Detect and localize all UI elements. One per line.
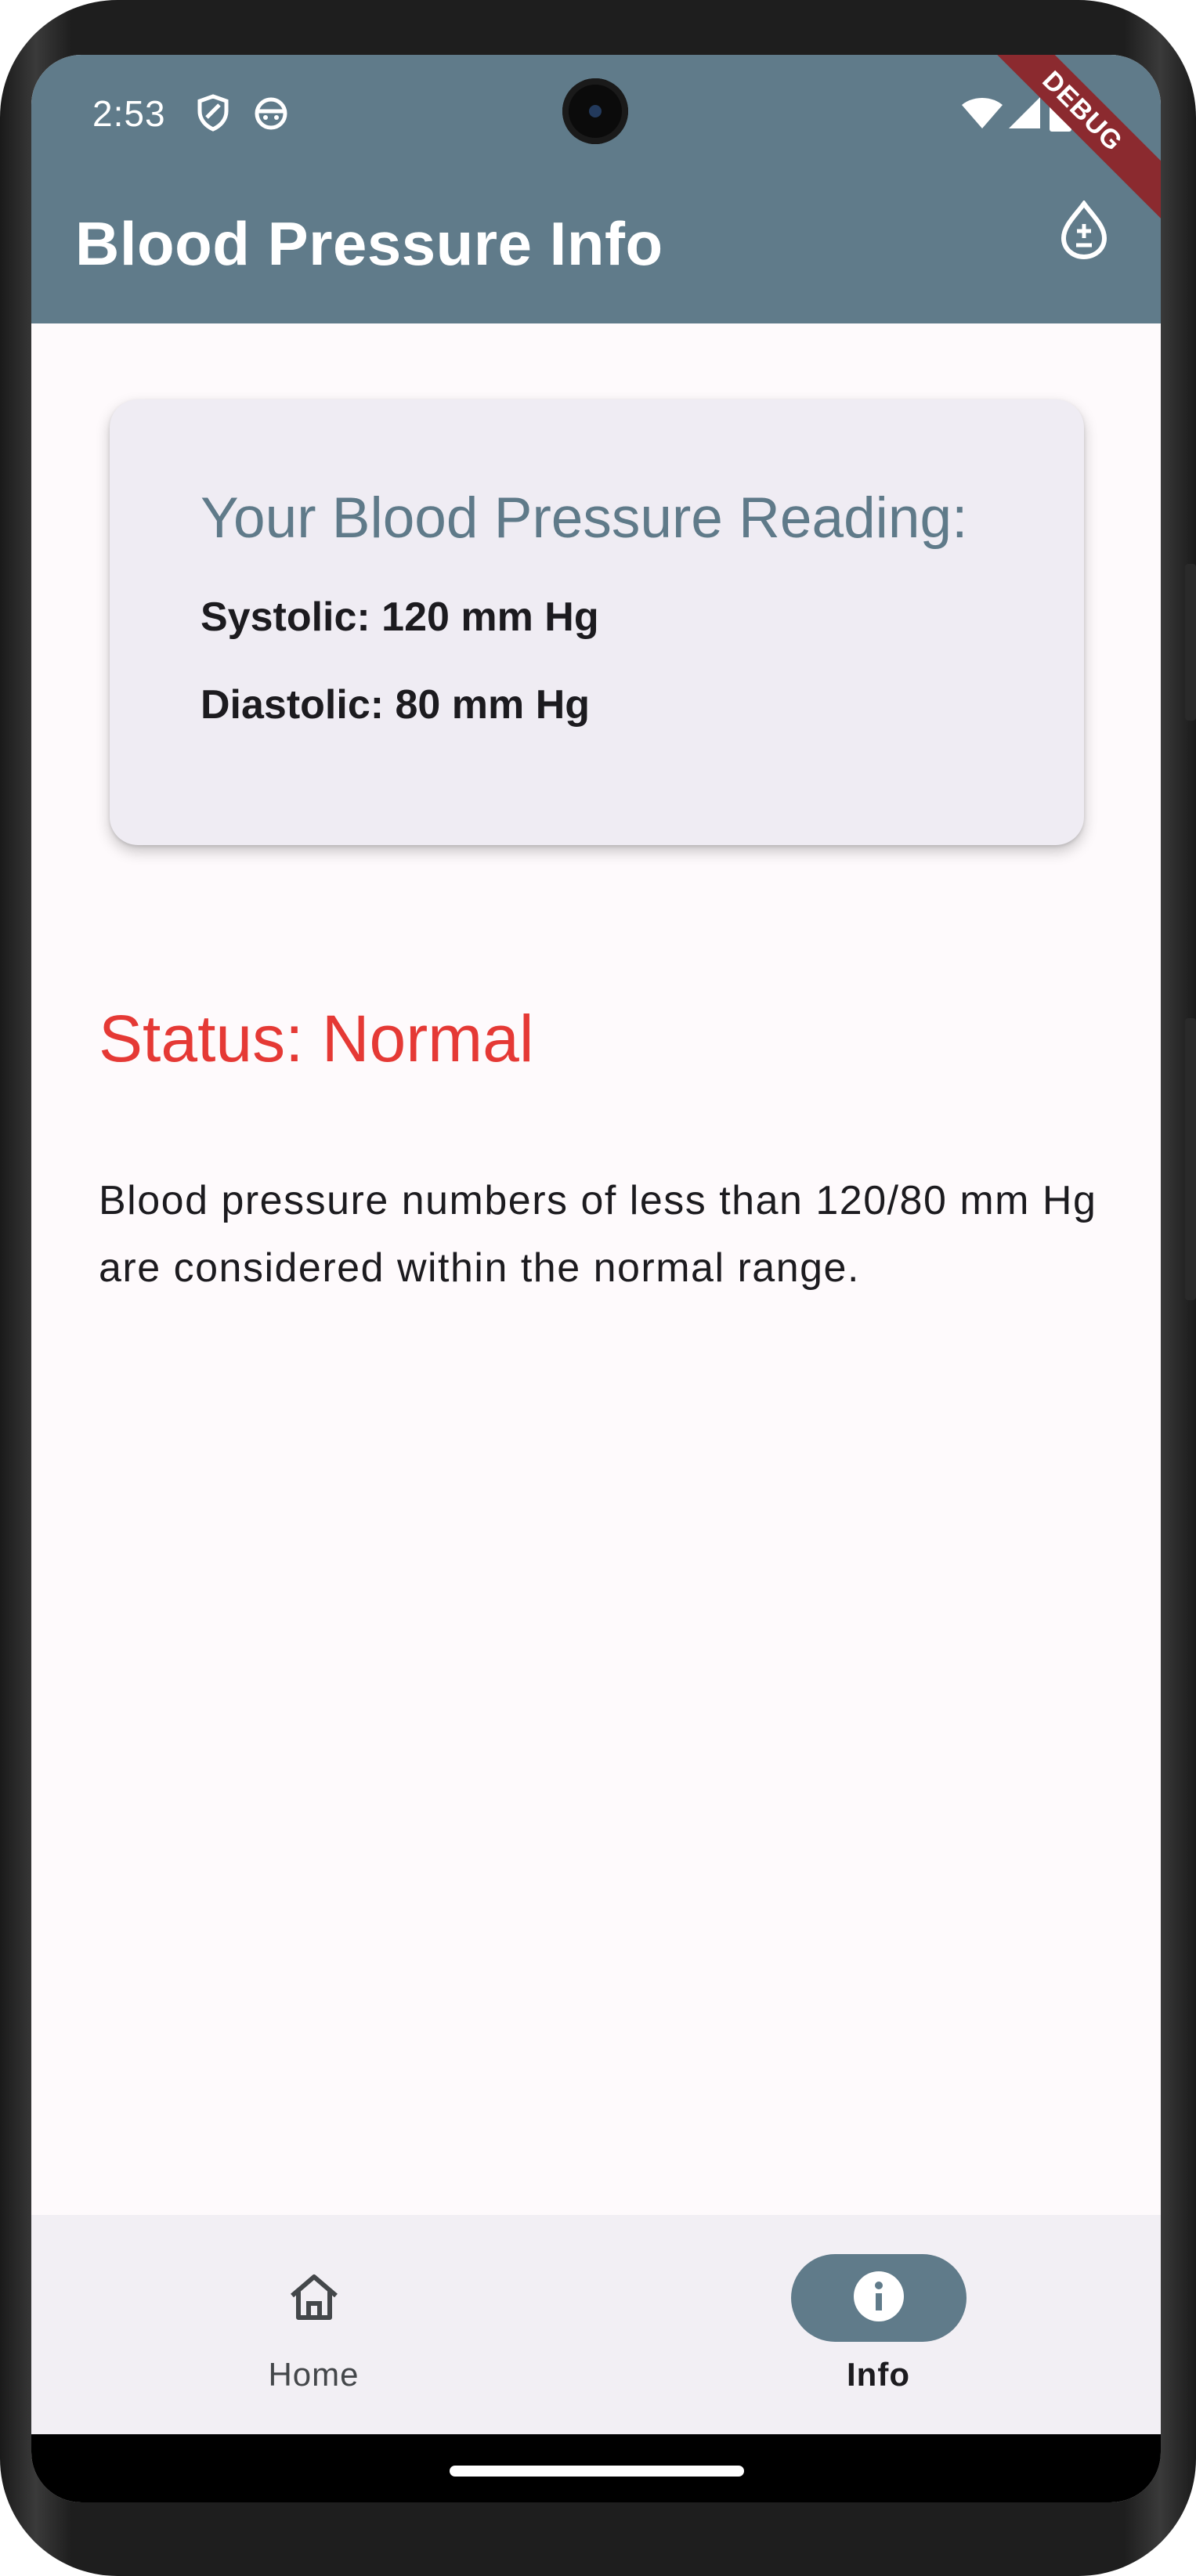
status-label: Status: Normal	[99, 1002, 534, 1075]
screen: 2:53 Blood Pressure Info DEBUG Your Bloo…	[31, 55, 1161, 2502]
nav-item-home[interactable]: Home	[31, 2215, 596, 2434]
blood-drop-action-button[interactable]	[1045, 193, 1123, 271]
nav-pill-info	[790, 2254, 967, 2342]
reading-card: Your Blood Pressure Reading: Systolic: 1…	[110, 399, 1084, 845]
status-time: 2:53	[92, 93, 166, 134]
side-button	[1185, 564, 1196, 721]
android-face-icon	[252, 94, 290, 135]
shield-icon	[196, 94, 230, 135]
volume-button	[1185, 1018, 1196, 1300]
nav-item-info[interactable]: Info	[596, 2215, 1161, 2434]
app-title: Blood Pressure Info	[75, 209, 663, 278]
nav-pill-home	[226, 2254, 402, 2342]
systolic-value: Systolic: 120 mm Hg	[201, 594, 599, 640]
reading-card-title: Your Blood Pressure Reading:	[201, 486, 968, 550]
nav-label-home: Home	[268, 2356, 360, 2393]
wifi-icon	[960, 96, 1004, 134]
status-description: Blood pressure numbers of less than 120/…	[99, 1178, 1097, 1291]
home-gesture-bar[interactable]	[450, 2466, 744, 2477]
home-icon	[287, 2272, 341, 2325]
app-header: 2:53 Blood Pressure Info DEBUG	[31, 55, 1161, 323]
nav-label-info: Info	[847, 2356, 910, 2393]
signal-icon	[1007, 96, 1042, 134]
info-icon	[852, 2270, 905, 2327]
diastolic-value: Diastolic: 80 mm Hg	[201, 682, 591, 728]
blood-drop-plus-minus-icon	[1059, 199, 1109, 264]
device: 2:53 Blood Pressure Info DEBUG Your Bloo…	[0, 0, 1196, 2576]
front-camera	[562, 78, 628, 144]
bottom-navigation: Home Info	[31, 2215, 1161, 2434]
